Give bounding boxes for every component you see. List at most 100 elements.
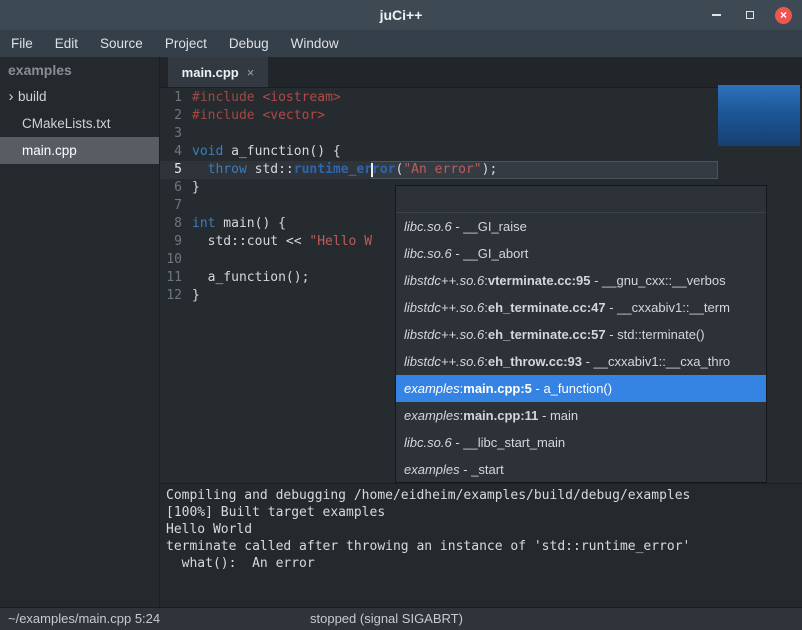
backtrace-frame[interactable]: examples:main.cpp:5 - a_function()	[396, 375, 766, 402]
close-button[interactable]: ×	[775, 7, 792, 24]
cursor-location: ~/examples/main.cpp 5:24	[8, 608, 160, 630]
menu-item-window[interactable]: Window	[280, 30, 350, 57]
frame-library: libc.so.6	[404, 435, 452, 450]
output-line: Hello World	[166, 521, 796, 538]
menu-item-source[interactable]: Source	[89, 30, 154, 57]
code-token: <vector>	[262, 108, 325, 123]
tabbar: main.cpp ×	[160, 57, 802, 88]
file-tree: ›buildCMakeLists.txtmain.cpp	[0, 83, 159, 164]
window-controls: ×	[707, 0, 792, 30]
code-line-1: #include <iostream>	[192, 89, 802, 107]
popup-header	[396, 186, 766, 213]
backtrace-frame[interactable]: libstdc++.so.6:eh_terminate.cc:57 - std:…	[396, 321, 766, 348]
maximize-icon	[746, 11, 754, 19]
code-token: throw	[208, 162, 247, 177]
frame-location: eh_terminate.cc:47	[488, 300, 606, 315]
code-token: std::cout <<	[192, 234, 309, 249]
code-token: runtime_er	[294, 162, 372, 177]
file-tree-item-main-cpp[interactable]: main.cpp	[0, 137, 159, 164]
code-token: #include	[192, 90, 262, 105]
frame-location: main.cpp:11	[463, 408, 538, 423]
frame-library: libstdc++.so.6	[404, 354, 484, 369]
frame-library: examples	[404, 462, 460, 477]
minimize-icon	[712, 14, 721, 16]
line-number: 4	[160, 143, 190, 161]
code-token: std::	[247, 162, 294, 177]
output-line: [100%] Built target examples	[166, 504, 796, 521]
backtrace-frame[interactable]: libc.so.6 - __GI_raise	[396, 213, 766, 240]
maximize-button[interactable]	[741, 6, 759, 24]
frame-library: examples	[404, 408, 460, 423]
code-token: int	[192, 216, 215, 231]
window-title: juCi++	[0, 0, 802, 30]
statusbar: ~/examples/main.cpp 5:24 stopped (signal…	[0, 607, 802, 630]
project-root-label: examples	[0, 57, 159, 83]
close-icon: ×	[780, 9, 787, 21]
code-token: <iostream>	[262, 90, 340, 105]
code-token: a_function() {	[223, 144, 340, 159]
code-token: ror	[372, 162, 395, 177]
line-number: 11	[160, 269, 190, 287]
code-line-2: #include <vector>	[192, 107, 802, 125]
code-line-5: throw std::runtime_error("An error");	[192, 161, 802, 179]
output-line: Compiling and debugging /home/eidheim/ex…	[166, 487, 796, 504]
line-number: 8	[160, 215, 190, 233]
line-number: 7	[160, 197, 190, 215]
file-tree-item-label: CMakeLists.txt	[0, 110, 111, 137]
menu-item-debug[interactable]: Debug	[218, 30, 280, 57]
backtrace-frame[interactable]: libstdc++.so.6:vterminate.cc:95 - __gnu_…	[396, 267, 766, 294]
debug-status: stopped (signal SIGABRT)	[310, 608, 463, 630]
menubar: FileEditSourceProjectDebugWindow	[0, 30, 802, 57]
code-token: }	[192, 288, 200, 303]
line-number: 10	[160, 251, 190, 269]
frame-library: libstdc++.so.6	[404, 273, 484, 288]
code-token: void	[192, 144, 223, 159]
output-line: terminate called after throwing an insta…	[166, 538, 796, 555]
output-line: what(): An error	[166, 555, 796, 572]
titlebar[interactable]: juCi++ ×	[0, 0, 802, 30]
code-token	[192, 162, 208, 177]
tab-close-icon[interactable]: ×	[247, 65, 255, 80]
file-tree-sidebar: examples ›buildCMakeLists.txtmain.cpp	[0, 57, 160, 607]
line-number: 5	[160, 161, 190, 179]
line-number: 9	[160, 233, 190, 251]
minimize-button[interactable]	[707, 6, 725, 24]
frame-location: eh_throw.cc:93	[488, 354, 582, 369]
file-tree-item-cmakelists-txt[interactable]: CMakeLists.txt	[0, 110, 159, 137]
backtrace-frame[interactable]: examples:main.cpp:11 - main	[396, 402, 766, 429]
backtrace-frame[interactable]: libc.so.6 - __GI_abort	[396, 240, 766, 267]
code-token: a_function();	[192, 270, 309, 285]
tab-label: main.cpp	[182, 65, 239, 80]
menu-item-project[interactable]: Project	[154, 30, 218, 57]
frame-location: main.cpp:5	[463, 381, 532, 396]
line-number: 2	[160, 107, 190, 125]
code-token: }	[192, 180, 200, 195]
code-token: #include	[192, 108, 262, 123]
code-token: main() {	[215, 216, 285, 231]
frame-location: vterminate.cc:95	[488, 273, 591, 288]
frame-library: libc.so.6	[404, 219, 452, 234]
line-number: 6	[160, 179, 190, 197]
file-tree-item-build[interactable]: ›build	[0, 83, 159, 110]
frame-location: eh_terminate.cc:57	[488, 327, 606, 342]
frame-library: libstdc++.so.6	[404, 300, 484, 315]
backtrace-frame[interactable]: libstdc++.so.6:eh_throw.cc:93 - __cxxabi…	[396, 348, 766, 375]
code-token: "Hello W	[309, 234, 372, 249]
backtrace-frame[interactable]: libstdc++.so.6:eh_terminate.cc:47 - __cx…	[396, 294, 766, 321]
menu-item-file[interactable]: File	[0, 30, 44, 57]
chevron-right-icon[interactable]: ›	[4, 83, 18, 110]
line-number: 3	[160, 125, 190, 143]
menu-item-edit[interactable]: Edit	[44, 30, 89, 57]
code-line-3	[192, 125, 802, 143]
juci-window: { "colors": { "accent_selection": "#3584…	[0, 0, 802, 630]
line-number: 12	[160, 287, 190, 305]
backtrace-list: libc.so.6 - __GI_raiselibc.so.6 - __GI_a…	[396, 213, 766, 483]
code-line-4: void a_function() {	[192, 143, 802, 161]
code-token: );	[482, 162, 498, 177]
file-tree-item-label: main.cpp	[0, 137, 77, 164]
tab-main-cpp[interactable]: main.cpp ×	[168, 57, 268, 87]
backtrace-frame[interactable]: libc.so.6 - __libc_start_main	[396, 429, 766, 456]
backtrace-frame[interactable]: examples - _start	[396, 456, 766, 483]
line-numbers: 123456789101112	[160, 89, 190, 305]
frame-library: examples	[404, 381, 460, 396]
